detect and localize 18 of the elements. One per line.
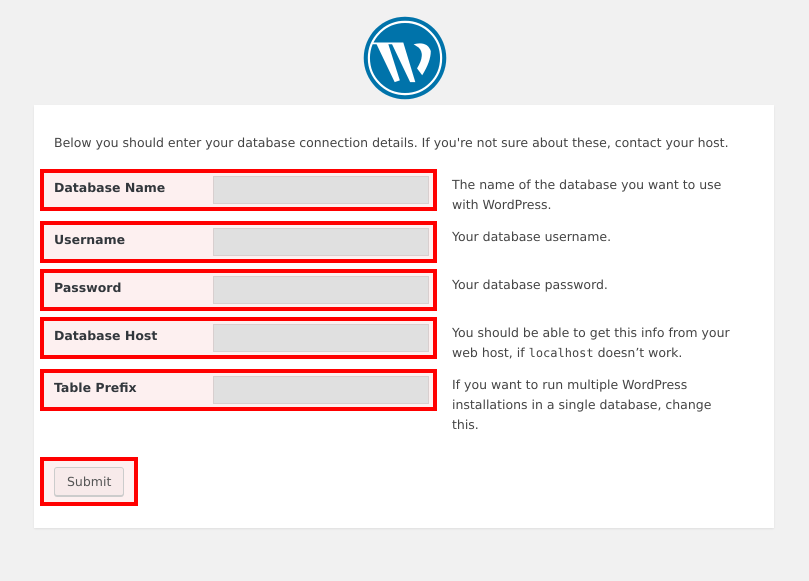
- field-description: Your database username.: [452, 228, 612, 246]
- submit-button[interactable]: Submit: [54, 467, 124, 496]
- input-field[interactable]: [212, 376, 429, 404]
- input-field[interactable]: [212, 228, 429, 256]
- field-label: Database Host: [54, 327, 158, 343]
- input-field[interactable]: [212, 176, 429, 204]
- field-label: Table Prefix: [54, 379, 138, 395]
- input-field[interactable]: [212, 324, 429, 352]
- field-description: Your database password.: [452, 276, 609, 294]
- input-field[interactable]: [212, 276, 429, 304]
- field-label: Database Name: [54, 179, 166, 195]
- field-label: Password: [54, 279, 122, 295]
- field-description: You should be able to get this info from your web host, if localhost doesn’t work.: [452, 324, 731, 362]
- field-description: If you want to run multiple WordPress installations in a single database, change this.: [452, 376, 712, 434]
- field-label: Username: [54, 231, 126, 247]
- logo-icon: [362, 15, 448, 101]
- intro-text: Below you should enter your database connection details. If you're not sure about these, contact your host.: [54, 134, 730, 152]
- field-description: The name of the database you want to use with WordPress.: [452, 176, 722, 214]
